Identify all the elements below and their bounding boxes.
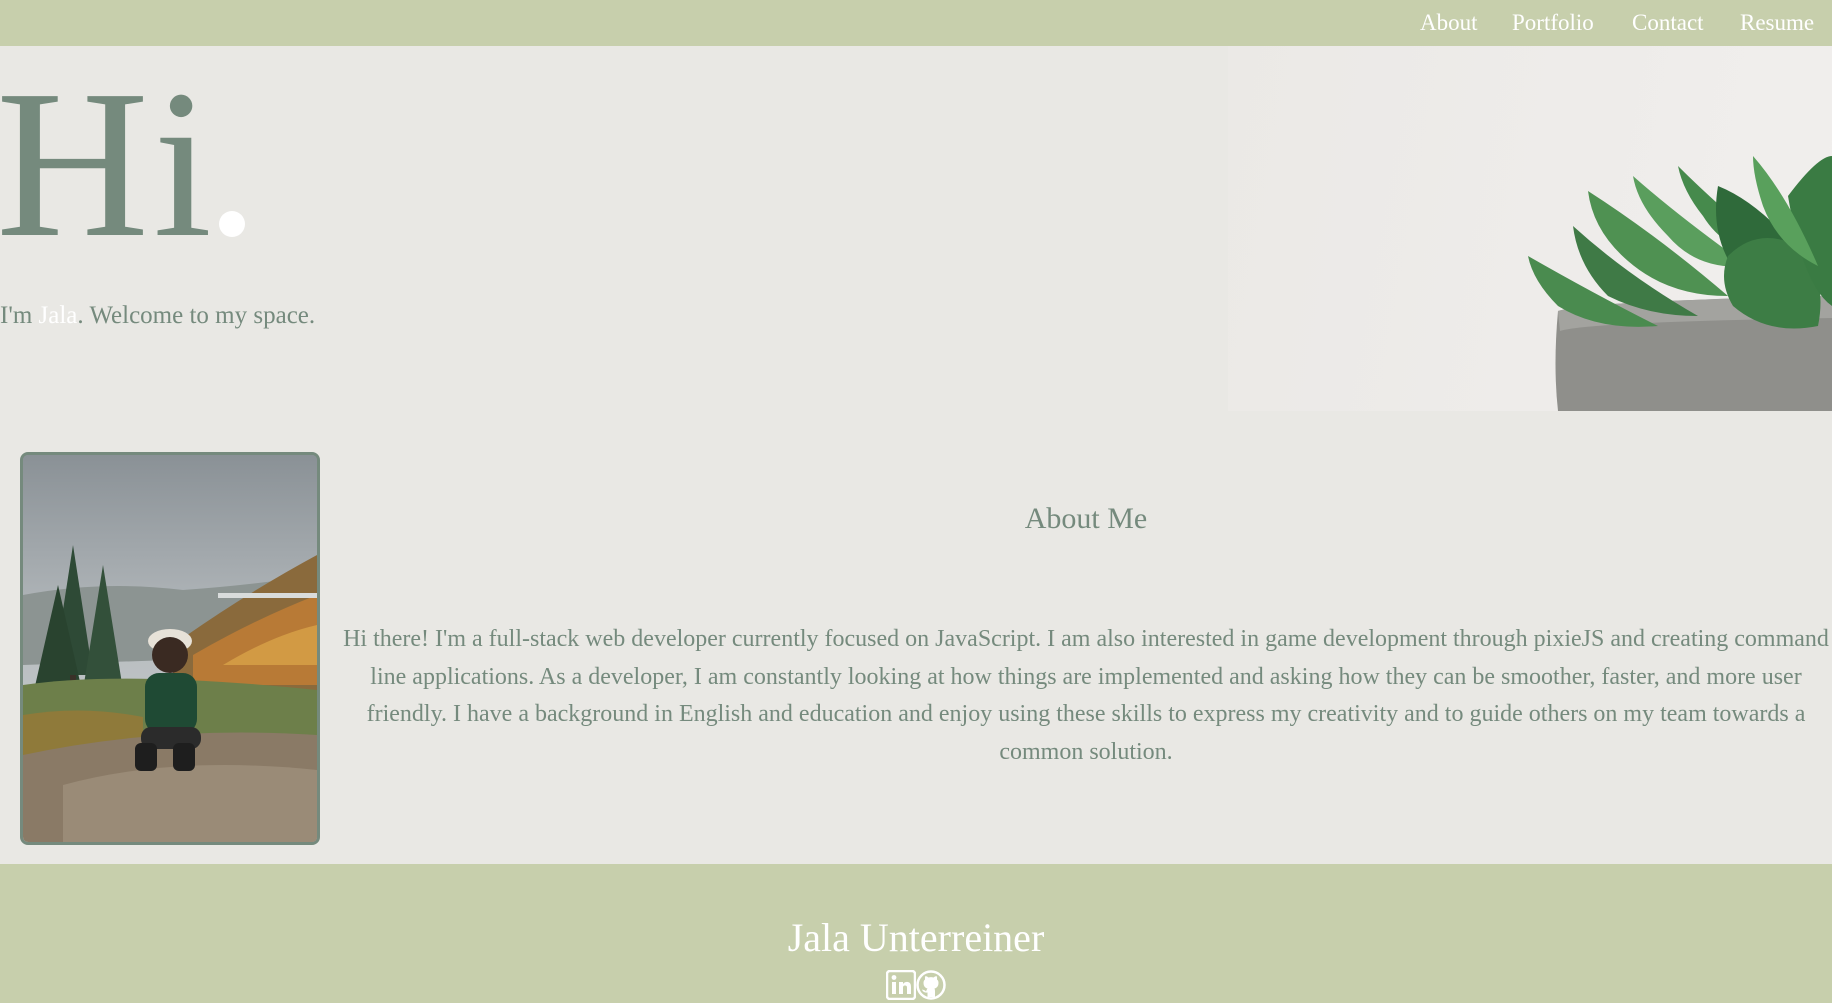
footer-name: Jala Unterreiner	[787, 915, 1045, 960]
succulent-hero-image	[1228, 46, 1832, 411]
linkedin-icon[interactable]	[886, 970, 916, 1000]
nav-link-about[interactable]: About	[1420, 10, 1478, 36]
succulent-illustration	[1528, 156, 1832, 411]
intro-name: Jala	[38, 302, 78, 329]
profile-photo-illustration	[23, 455, 317, 842]
nav-link-contact[interactable]: Contact	[1632, 10, 1704, 36]
profile-photo	[20, 452, 320, 845]
intro-prefix: I'm	[0, 302, 39, 329]
nav-link-portfolio[interactable]: Portfolio	[1512, 10, 1594, 36]
about-body: Hi there! I'm a full-stack web developer…	[343, 626, 1829, 765]
hero-heading: Hi	[0, 46, 216, 281]
footer: Jala Unterreiner	[0, 864, 1832, 1003]
hero-heading-dot	[219, 211, 245, 237]
about-heading: About Me	[1024, 502, 1148, 535]
hero-intro: I'm Jala. Welcome to my space.	[0, 302, 315, 330]
nav-link-resume[interactable]: Resume	[1740, 10, 1814, 36]
top-nav: About Portfolio Contact Resume	[0, 0, 1832, 46]
intro-suffix: . Welcome to my space.	[77, 302, 316, 329]
github-icon[interactable]	[916, 970, 946, 1000]
